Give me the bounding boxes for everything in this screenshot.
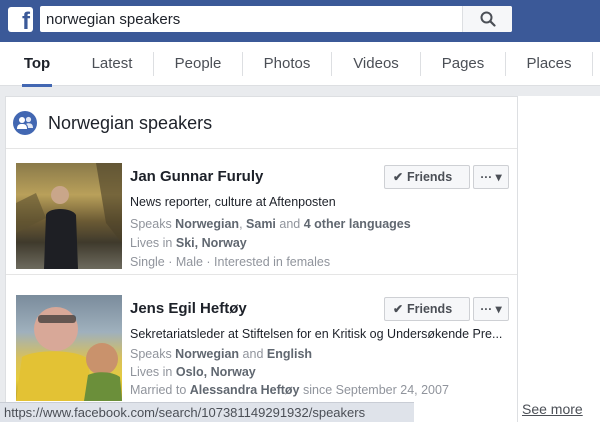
tab-latest[interactable]: Latest: [72, 42, 152, 86]
separator: and: [239, 347, 267, 361]
tab-photos[interactable]: Photos: [244, 42, 330, 86]
tab-divider: [331, 52, 332, 76]
search-box: [40, 6, 512, 32]
person-name[interactable]: Jan Gunnar Furuly: [130, 168, 263, 185]
speaks-prefix: Speaks: [130, 347, 176, 361]
tab-divider: [242, 52, 243, 76]
person-name[interactable]: Jens Egil Heftøy: [130, 300, 247, 317]
language-link[interactable]: Sami: [246, 217, 276, 231]
married-suffix: since September 24, 2007: [299, 383, 449, 397]
location-link[interactable]: Ski, Norway: [176, 236, 247, 250]
other-languages-link[interactable]: 4 other languages: [304, 217, 411, 231]
relationship-status: Married to Alessandra Heftøy since Septe…: [130, 383, 449, 397]
lives-prefix: Lives in: [130, 236, 176, 250]
results-card-header: Norwegian speakers: [6, 97, 517, 149]
checkmark-icon: ✔: [393, 170, 404, 184]
profile-photo[interactable]: [16, 163, 122, 269]
lives-in: Lives in Ski, Norway: [130, 236, 247, 250]
person-headline: News reporter, culture at Aftenposten: [130, 195, 336, 209]
results-card-title[interactable]: Norwegian speakers: [48, 113, 212, 134]
more-dots-icon: ···: [480, 302, 493, 316]
right-column: [518, 96, 600, 422]
tab-places[interactable]: Places: [507, 42, 591, 86]
tab-people[interactable]: People: [155, 42, 241, 86]
spouse-link[interactable]: Alessandra Heftøy: [190, 383, 300, 397]
facebook-logo[interactable]: f: [8, 7, 33, 35]
more-dots-icon: ···: [480, 170, 493, 184]
location-link[interactable]: Oslo, Norway: [176, 365, 256, 379]
married-prefix: Married to: [130, 383, 190, 397]
tab-divider: [153, 52, 154, 76]
checkmark-icon: ✔: [393, 302, 404, 316]
people-group-icon: [13, 111, 37, 135]
search-filter-tabs: Top Latest People Photos Videos Pages Pl…: [0, 42, 600, 87]
friends-button-label: Friends: [407, 302, 453, 316]
language-link[interactable]: English: [267, 347, 312, 361]
languages-spoken: Speaks Norwegian and English: [130, 347, 312, 361]
lives-in: Lives in Oslo, Norway: [130, 365, 256, 379]
people-results-card: Norwegian speakers Jan Gunnar Furuly New…: [5, 96, 518, 422]
person-result: Jan Gunnar Furuly News reporter, culture…: [6, 149, 517, 275]
tab-top[interactable]: Top: [8, 42, 66, 87]
separator: and: [275, 217, 304, 231]
more-options-button[interactable]: ··· ▾: [473, 165, 509, 189]
languages-spoken: Speaks Norwegian, Sami and 4 other langu…: [130, 217, 411, 231]
tab-divider: [592, 52, 593, 76]
see-more-link[interactable]: See more: [522, 401, 583, 417]
tab-divider: [420, 52, 421, 76]
tab-divider: [505, 52, 506, 76]
language-link[interactable]: Norwegian: [175, 217, 239, 231]
browser-status-bar: https://www.facebook.com/search/10738114…: [0, 402, 414, 422]
language-link[interactable]: Norwegian: [175, 347, 239, 361]
person-details: Single · Male · Interested in females: [130, 255, 331, 269]
lives-prefix: Lives in: [130, 365, 176, 379]
search-button[interactable]: [462, 6, 512, 32]
person-result: Jens Egil Heftøy Sekretariatsleder at St…: [6, 281, 517, 422]
search-input[interactable]: [46, 6, 456, 32]
friends-button[interactable]: ✔ Friends: [384, 297, 470, 321]
person-headline: Sekretariatsleder at Stiftelsen for en K…: [130, 327, 503, 341]
top-navigation-bar: f: [0, 0, 600, 42]
friends-button[interactable]: ✔ Friends: [384, 165, 470, 189]
caret-down-icon: ▾: [495, 170, 502, 184]
profile-photo[interactable]: [16, 295, 122, 401]
speaks-prefix: Speaks: [130, 217, 176, 231]
search-icon: [480, 11, 496, 27]
tab-pages[interactable]: Pages: [422, 42, 504, 86]
facebook-logo-letter: f: [22, 8, 30, 35]
caret-down-icon: ▾: [495, 302, 502, 316]
separator: ,: [239, 217, 247, 231]
more-options-button[interactable]: ··· ▾: [473, 297, 509, 321]
tab-videos[interactable]: Videos: [333, 42, 419, 86]
friends-button-label: Friends: [407, 170, 453, 184]
